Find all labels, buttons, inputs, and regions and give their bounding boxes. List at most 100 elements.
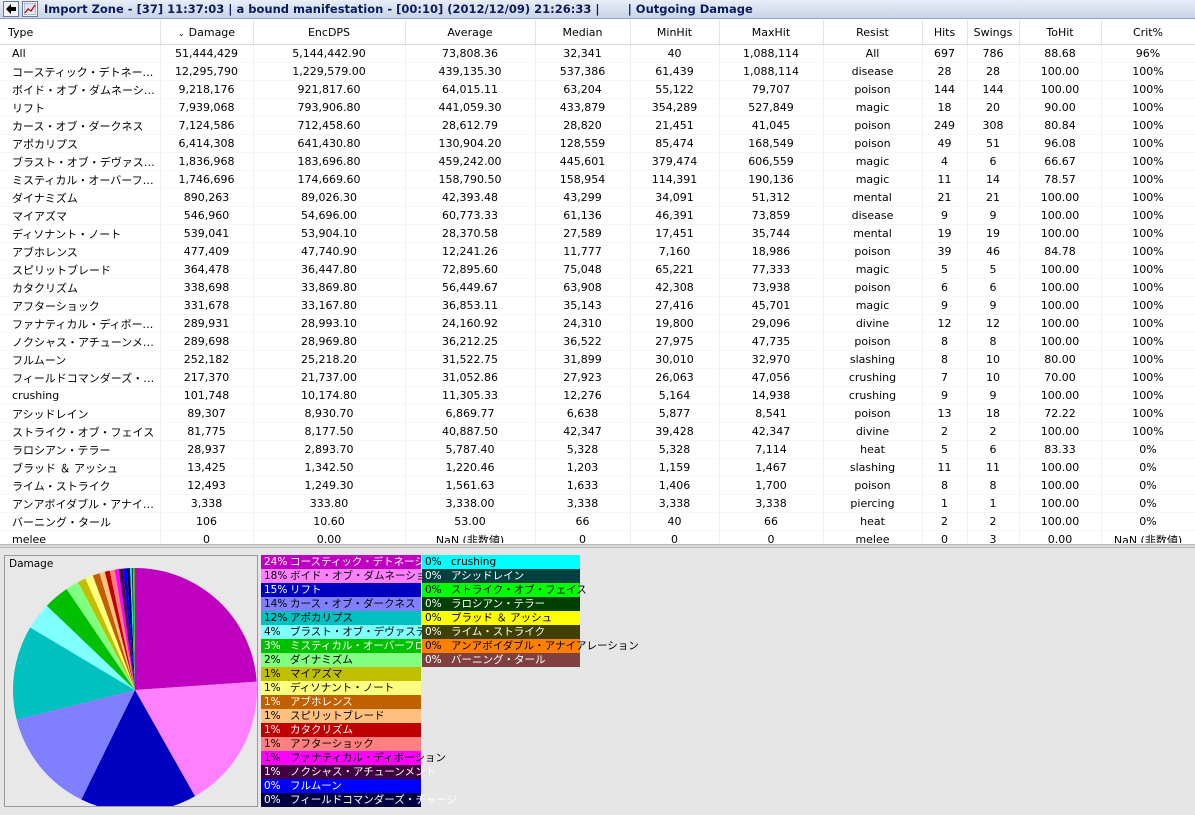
cell-minhit: 1,406 xyxy=(630,476,720,495)
cell-crit: 100% xyxy=(1101,260,1195,279)
cell-tohit: 88.68 xyxy=(1019,44,1102,63)
cell-type: アンアボイダブル・アナイアレーション xyxy=(0,494,161,513)
col-header-type[interactable]: Type xyxy=(0,20,161,45)
table-row[interactable]: フルムーン 252,182 25,218.20 31,522.75 31,899 30,0… xyxy=(0,350,1195,369)
table-row[interactable]: スピリットブレード 364,478 36,447.80 72,895.60 75,048… xyxy=(0,260,1195,279)
legend-percent: 1% xyxy=(264,696,281,708)
cell-tohit: 100.00 xyxy=(1019,224,1102,243)
cell-encdps: 53,904.10 xyxy=(253,224,406,243)
cell-minhit: 30,010 xyxy=(630,350,720,369)
table-row[interactable]: カース・オブ・ダークネス 7,124,586 712,458.60 28,612.79… xyxy=(0,116,1195,135)
back-arrow-button[interactable] xyxy=(3,1,19,17)
table-row[interactable]: ディソナント・ノート 539,041 53,904.10 28,370.58 27,58… xyxy=(0,224,1195,243)
cell-encdps: 333.80 xyxy=(253,494,406,513)
cell-type: アブホレンス xyxy=(0,242,161,261)
cell-swings: 14 xyxy=(967,170,1020,189)
legend-percent: 0% xyxy=(425,598,442,610)
table-row[interactable]: melee 0 0.00 NaN (非数値) 0 0 0 melee 0 3 0.00 NaN (非数… xyxy=(0,530,1195,543)
legend-item: 2% ダイナミズム xyxy=(261,653,421,667)
table-row[interactable]: ラロシアン・テラー 28,937 2,893.70 5,787.40 5,328 5,32… xyxy=(0,440,1195,459)
cell-minhit: 40 xyxy=(630,512,720,531)
cell-hits: 11 xyxy=(922,458,968,477)
cell-maxhit: 77,333 xyxy=(719,260,824,279)
table-row[interactable]: ミスティカル・オーバーフロー 1,746,696 174,669.60 158,790… xyxy=(0,170,1195,189)
graph-button[interactable] xyxy=(22,1,38,17)
col-header-minhit[interactable]: MinHit xyxy=(630,20,720,45)
col-header-resist[interactable]: Resist xyxy=(823,20,923,45)
legend-item: 1% ノクシャス・アチューンメント xyxy=(261,765,436,779)
cell-tohit: 100.00 xyxy=(1019,386,1102,405)
legend-percent: 1% xyxy=(264,738,281,750)
col-header-swings[interactable]: Swings xyxy=(967,20,1020,45)
col-header-maxhit[interactable]: MaxHit xyxy=(719,20,824,45)
cell-damage: 81,775 xyxy=(160,422,254,441)
table-row[interactable]: フィールドコマンダーズ・チャージ217,37021,737.0031,052.8… xyxy=(0,368,1195,387)
cell-tohit: 83.33 xyxy=(1019,440,1102,459)
cell-hits: 6 xyxy=(922,278,968,297)
cell-maxhit: 18,986 xyxy=(719,242,824,261)
col-header-tohit[interactable]: ToHit xyxy=(1019,20,1102,45)
table-row[interactable]: All 51,444,429 5,144,442.90 73,808.36 32,341… xyxy=(0,44,1195,63)
cell-resist: divine xyxy=(823,314,923,333)
table-row[interactable]: ノクシャス・アチューンメント 289,698 28,969.80 36,212.25 3… xyxy=(0,332,1195,351)
cell-encdps: 921,817.60 xyxy=(253,80,406,99)
cell-damage: 477,409 xyxy=(160,242,254,261)
cell-encdps: 89,026.30 xyxy=(253,188,406,207)
legend-percent: 15% xyxy=(264,584,288,596)
cell-resist: heat xyxy=(823,512,923,531)
cell-encdps: 28,993.10 xyxy=(253,314,406,333)
cell-maxhit: 47,056 xyxy=(719,368,824,387)
cell-average: 441,059.30 xyxy=(405,98,536,117)
cell-encdps: 21,737.00 xyxy=(253,368,406,387)
cell-type: リフト xyxy=(0,98,161,117)
col-header-median[interactable]: Median xyxy=(535,20,631,45)
table-row[interactable]: マイアズマ 546,960 54,696.00 60,773.33 61,136 46,3… xyxy=(0,206,1195,225)
cell-crit: 100% xyxy=(1101,332,1195,351)
table-row[interactable]: ダイナミズム 890,263 89,026.30 42,393.48 43,299 34,… xyxy=(0,188,1195,207)
table-row[interactable]: アブホレンス 477,409 47,740.90 12,241.26 11,777 7,1… xyxy=(0,242,1195,261)
legend-column-1: 24% コースティック・デトネーション 18% ボイド・オブ・ダムネーション 15% リフ… xyxy=(261,555,468,807)
pie-chart-title: Damage xyxy=(9,558,54,570)
table-row[interactable]: ブラッド ＆ アッシュ 13,425 1,342.50 1,220.46 1,203 1,… xyxy=(0,458,1195,477)
col-header-encdps[interactable]: EncDPS xyxy=(253,20,406,45)
table-row[interactable]: リフト 7,939,068 793,906.80 441,059.30 433,879 3… xyxy=(0,98,1195,117)
table-row[interactable]: ブラスト・オブ・デヴァステーション1,836,968183,696.80459,… xyxy=(0,152,1195,171)
table-row[interactable]: ファナティカル・ディボーション 289,931 28,993.10 24,160.92… xyxy=(0,314,1195,333)
cell-maxhit: 168,549 xyxy=(719,134,824,153)
table-row[interactable]: ライム・ストライク 12,493 1,249.30 1,561.63 1,633 1,40… xyxy=(0,476,1195,495)
cell-crit: 0% xyxy=(1101,494,1195,513)
cell-crit: 96% xyxy=(1101,44,1195,63)
cell-type: ノクシャス・アチューンメント xyxy=(0,332,161,351)
cell-maxhit: 1,467 xyxy=(719,458,824,477)
sort-desc-icon: ⌄ xyxy=(177,28,185,38)
cell-average: 53.00 xyxy=(405,512,536,531)
cell-type: アフターショック xyxy=(0,296,161,315)
table-row[interactable]: アポカリプス 6,414,308 641,430.80 130,904.20 128,5… xyxy=(0,134,1195,153)
cell-average: 1,561.63 xyxy=(405,476,536,495)
col-header-hits[interactable]: Hits xyxy=(922,20,968,45)
table-row[interactable]: アフターショック 331,678 33,167.80 36,853.11 35,143 2… xyxy=(0,296,1195,315)
col-header-crit[interactable]: Crit% xyxy=(1101,20,1195,45)
table-row[interactable]: crushing 101,748 10,174.80 11,305.33 12,276 5… xyxy=(0,386,1195,405)
col-header-average[interactable]: Average xyxy=(405,20,536,45)
cell-crit: 0% xyxy=(1101,476,1195,495)
cell-median: 61,136 xyxy=(535,206,631,225)
legend-label: ディソナント・ノート xyxy=(290,682,395,694)
cell-swings: 8 xyxy=(967,476,1020,495)
cell-minhit: 1,159 xyxy=(630,458,720,477)
table-row[interactable]: ボイド・オブ・ダムネーション 9,218,176 921,817.60 64,015.… xyxy=(0,80,1195,99)
cell-average: 31,052.86 xyxy=(405,368,536,387)
table-row[interactable]: アンアボイダブル・アナイアレーション3,338333.803,338.003,3… xyxy=(0,494,1195,513)
table-row[interactable]: バーニング・タール 106 10.60 53.00 66 40 66 heat 2 2 100.00… xyxy=(0,512,1195,531)
table-row[interactable]: カタクリズム 338,698 33,869.80 56,449.67 63,908 42,… xyxy=(0,278,1195,297)
table-row[interactable]: アシッドレイン 89,307 8,930.70 6,869.77 6,638 5,877 8… xyxy=(0,404,1195,423)
table-row[interactable]: コースティック・デトネーション 12,295,790 1,229,579.00 439… xyxy=(0,62,1195,81)
col-header-damage[interactable]: ⌄ Damage xyxy=(160,20,254,45)
legend-label: アブホレンス xyxy=(290,696,353,708)
legend-percent: 1% xyxy=(264,766,281,778)
cell-minhit: 34,091 xyxy=(630,188,720,207)
table-row[interactable]: ストライク・オブ・フェイス 81,775 8,177.50 40,887.50 42,3… xyxy=(0,422,1195,441)
legend-label: バーニング・タール xyxy=(451,654,546,666)
legend-percent: 0% xyxy=(264,794,281,806)
cell-maxhit: 190,136 xyxy=(719,170,824,189)
